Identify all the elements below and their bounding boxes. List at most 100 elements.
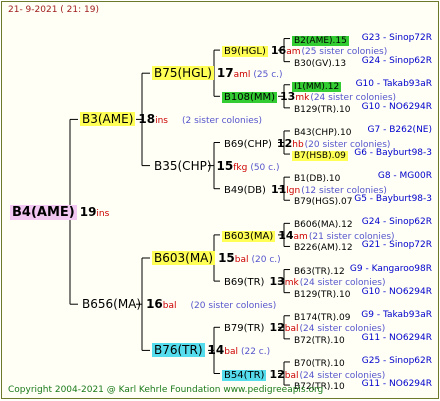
- generation-code: G11 - NO6294R: [361, 332, 432, 343]
- breeder-code: aml: [233, 70, 251, 81]
- generation-code: G24 - Sinop62R: [361, 217, 432, 228]
- generation-code: G6 - Bayburt98-3: [354, 148, 432, 159]
- generation-info: 18ins (2 sister colonies): [138, 108, 262, 127]
- generation-number: 15: [216, 158, 234, 173]
- queen-name: B63(TR).12: [294, 266, 345, 277]
- sister-colonies: (20 sister colonies): [190, 301, 277, 312]
- ancestor-entry: B174(TR).09 G9 - Takab93aR: [292, 308, 434, 325]
- ancestor-entry: B129(TR).10 G10 - NO6294R: [292, 100, 434, 117]
- queen-name: B76(TR): [152, 343, 205, 358]
- generation-code: G8 - MG00R: [377, 171, 432, 182]
- queen-entry: B76(TR) 14bal (22 c.): [152, 342, 270, 359]
- generation-number: 11: [270, 182, 287, 196]
- queen-name: B70(TR).10: [294, 358, 345, 369]
- queen-name: B49(DB): [224, 184, 266, 196]
- queen-name: B35(CHP): [154, 158, 212, 173]
- queen-name: B603(MA): [222, 230, 276, 242]
- breeder-code: bal: [162, 301, 177, 312]
- queen-name: B129(TR).10: [294, 289, 351, 300]
- queen-name: B72(TR).10: [294, 335, 345, 346]
- queen-entry: B3(AME) 18ins (2 sister colonies): [80, 111, 262, 128]
- ancestor-entry: B63(TR).12 G9 - Kangaroo98R: [292, 262, 434, 279]
- ancestor-entry: B70(TR).10 G25 - Sinop62R: [292, 354, 434, 371]
- queen-name: B2(AME).15: [292, 35, 349, 46]
- generation-number: 12: [269, 321, 285, 335]
- generation-number: 16: [146, 297, 163, 312]
- queen-name: B606(MA).12: [294, 220, 353, 231]
- queen-name: B108(MM): [222, 92, 278, 104]
- queen-name: B3(AME): [80, 112, 136, 127]
- queen-name: B43(CHP).10: [294, 127, 352, 138]
- queen-name: B656(MA): [82, 297, 142, 312]
- queen-root: B4(AME) 19ins: [10, 204, 109, 221]
- generation-code: G11 - NO6294R: [361, 379, 432, 390]
- sister-colonies: (50 c.): [250, 162, 280, 173]
- queen-name: B4(AME): [10, 204, 77, 220]
- queen-name: B54(TR): [222, 369, 267, 381]
- queen-name: B75(HGL): [152, 66, 214, 81]
- queen-entry: B75(HGL) 17aml (25 c.): [152, 65, 283, 82]
- generation-info: 19ins: [80, 201, 110, 220]
- generation-info: 15bal (20 c.): [218, 247, 281, 266]
- generation-code: G10 - NO6294R: [361, 101, 432, 112]
- generation-number: 19: [79, 204, 97, 219]
- queen-name: I1(MM).12: [292, 81, 342, 92]
- sister-colonies: (22 c.): [240, 347, 271, 358]
- queen-name: B30(GV).13: [294, 58, 347, 69]
- queen-name: B129(TR).10: [294, 104, 351, 115]
- generation-code: G10 - Takab93aR: [355, 78, 432, 89]
- queen-entry: B603(MA) 15bal (20 c.): [152, 250, 281, 267]
- ancestor-entry: B30(GV).13 G24 - Sinop62R: [292, 54, 434, 71]
- sister-colonies: (20 c.): [251, 255, 281, 265]
- ancestor-entry: B129(TR).10 G10 - NO6294R: [292, 285, 434, 302]
- ancestor-entry: I1(MM).12 G10 - Takab93aR: [292, 77, 434, 94]
- generation-info: 17aml (25 c.): [217, 62, 283, 81]
- ancestor-entry: B606(MA).12 G24 - Sinop62R: [292, 215, 434, 232]
- ancestor-entry: B7(HSB).09 G6 - Bayburt98-3: [292, 146, 434, 163]
- queen-name: B69(CHP): [224, 138, 272, 150]
- ancestor-entry: B72(TR).10 G11 - NO6294R: [292, 331, 434, 348]
- pedigree-frame: 21- 9-2021 ( 21: 19) B4(AME) 19ins B3(AME)…: [1, 1, 439, 399]
- generation-code: G24 - Sinop62R: [361, 55, 432, 66]
- generation-code: G9 - Takab93aR: [361, 309, 432, 320]
- queen-name: B9(HGL): [222, 46, 268, 58]
- queen-name: B174(TR).09: [294, 312, 351, 323]
- generation-code: G5 - Bayburt98-3: [354, 194, 432, 205]
- copyright-footer: Copyright 2004-2021 @ Karl Kehrle Founda…: [8, 385, 324, 395]
- queen-name: B79(HGS).07: [294, 197, 353, 208]
- generation-code: G10 - NO6294R: [361, 286, 432, 297]
- generation-code: G7 - B262(NE): [367, 124, 432, 135]
- ancestor-entry: B2(AME).15 G23 - Sinop72R: [292, 31, 434, 48]
- ancestor-entry: B43(CHP).10 G7 - B262(NE): [292, 123, 434, 140]
- generation-info: 15fkg (50 c.): [217, 155, 280, 174]
- queen-name: B226(AM).12: [294, 243, 353, 254]
- breeder-code: bal: [234, 255, 249, 265]
- generation-info: 16bal (20 sister colonies): [146, 293, 276, 312]
- breeder-code: ins: [96, 208, 110, 219]
- queen-name: B603(MA): [152, 251, 216, 265]
- generation-code: G21 - Sinop72R: [361, 240, 432, 251]
- queen-name: B7(HSB).09: [292, 151, 348, 162]
- generation-number: 12: [276, 136, 293, 150]
- sister-colonies: (25 c.): [253, 70, 283, 81]
- breeder-code: bal: [224, 347, 238, 358]
- queen-entry: B656(MA) 16bal (20 sister colonies): [80, 296, 276, 313]
- sister-colonies: (2 sister colonies): [181, 116, 262, 127]
- generation-number: 15: [218, 251, 235, 265]
- ancestor-entry: B1(DB).10 G8 - MG00R: [292, 169, 434, 186]
- generation-number: 18: [138, 112, 156, 127]
- generation-code: G23 - Sinop72R: [361, 32, 432, 43]
- generation-code: G9 - Kangaroo98R: [349, 263, 432, 274]
- queen-name: B69(TR): [224, 277, 265, 289]
- generation-number: 13: [269, 275, 285, 289]
- queen-entry: B35(CHP) 15fkg (50 c.): [152, 158, 279, 175]
- generation-number: 14: [207, 343, 225, 358]
- queen-name: B79(TR): [224, 323, 265, 335]
- generation-number: 12: [269, 367, 285, 381]
- breeder-code: fkg: [233, 162, 248, 173]
- generation-number: 17: [216, 66, 234, 81]
- generation-code: G25 - Sinop62R: [361, 355, 432, 366]
- queen-name: B1(DB).10: [294, 174, 341, 185]
- breeder-code: ins: [155, 116, 168, 127]
- generation-number: 16: [270, 44, 287, 58]
